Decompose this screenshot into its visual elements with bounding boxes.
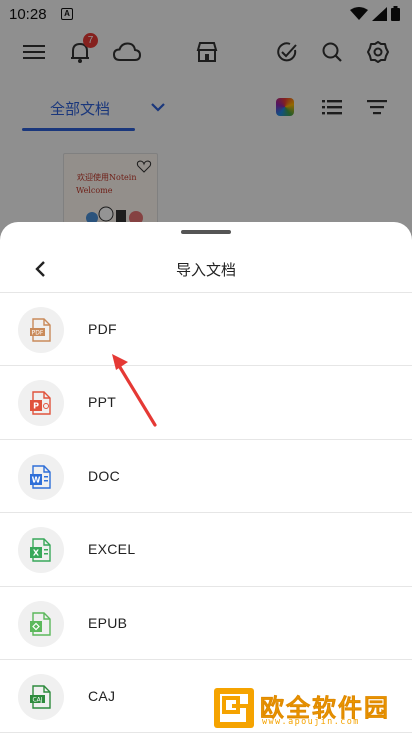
import-item-pdf[interactable]: PDF PDF	[0, 293, 412, 367]
import-document-sheet: 导入文档 PDF PDF P PPT W DOC X EXCEL EPUB CA…	[0, 222, 412, 734]
import-item-label: CAJ	[88, 687, 116, 704]
watermark-url: www.apoujin.com	[262, 717, 360, 727]
doc-file-icon: W	[18, 453, 64, 500]
svg-text:CAJ: CAJ	[32, 696, 42, 703]
import-item-label: PDF	[88, 321, 117, 337]
watermark-logo	[214, 688, 254, 728]
import-item-ppt[interactable]: P PPT	[0, 366, 412, 440]
svg-text:P: P	[33, 402, 39, 411]
import-item-label: DOC	[88, 467, 121, 484]
svg-text:PDF: PDF	[32, 330, 44, 337]
svg-text:X: X	[33, 549, 40, 558]
sheet-drag-handle[interactable]	[181, 230, 231, 234]
import-item-excel[interactable]: X EXCEL	[0, 513, 412, 587]
epub-file-icon	[18, 600, 64, 647]
svg-text:W: W	[32, 475, 41, 484]
sheet-title: 导入文档	[175, 262, 236, 279]
ppt-file-icon: P	[18, 380, 64, 427]
pdf-file-icon: PDF	[18, 307, 64, 353]
watermark: 欧全软件园 www.apoujin.com	[212, 686, 408, 730]
import-item-epub[interactable]: EPUB	[0, 587, 412, 660]
import-format-list: PDF PDF P PPT W DOC X EXCEL EPUB CAJ CAJ	[0, 293, 412, 734]
import-item-label: EPUB	[88, 614, 128, 631]
caj-file-icon: CAJ	[18, 673, 64, 720]
excel-file-icon: X	[18, 527, 64, 574]
sheet-header: 导入文档	[0, 246, 412, 292]
import-item-label: PPT	[88, 394, 117, 411]
import-item-doc[interactable]: W DOC	[0, 440, 412, 514]
import-item-label: EXCEL	[88, 541, 136, 558]
